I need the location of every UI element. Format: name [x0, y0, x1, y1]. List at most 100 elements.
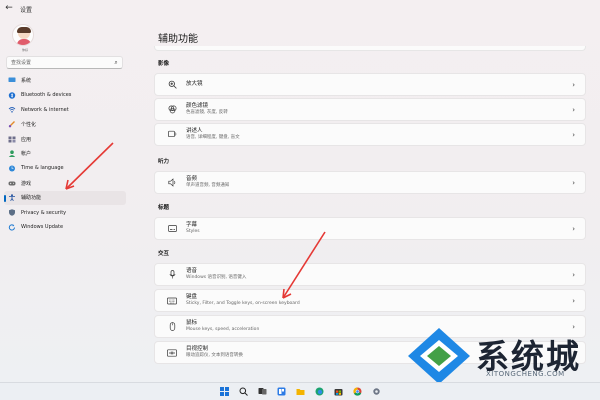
sidebar-item-privacy[interactable]: Privacy & security: [4, 205, 126, 220]
sidebar-item-label: Time & language: [21, 165, 64, 172]
back-button[interactable]: ←: [0, 0, 18, 18]
watermark-subtext: XITONGCHENG.COM: [486, 370, 565, 378]
card-title: 键盘: [186, 294, 198, 300]
card-subtitle: Styles: [186, 229, 200, 234]
sidebar-item-label: 应用: [21, 136, 32, 143]
app-title: 设置: [20, 6, 33, 14]
search-icon[interactable]: ⌕: [110, 59, 122, 67]
sidebar-item-personalization[interactable]: 个性化: [4, 117, 126, 132]
chevron-right-icon: ›: [572, 297, 575, 305]
section-label-captions: 标题: [158, 205, 170, 211]
chevron-right-icon: ›: [572, 131, 575, 139]
sidebar-item-label: Bluetooth & devices: [21, 92, 72, 99]
card-subtitle: Windows 语音识别, 语音键入: [186, 275, 247, 280]
sidebar-item-label: 辅助功能: [21, 195, 42, 202]
sidebar-item-windows-update[interactable]: Windows Update: [4, 220, 126, 235]
edge-icon[interactable]: [314, 386, 325, 397]
task-view-icon[interactable]: [257, 386, 268, 397]
card-title: 讲述人: [186, 128, 203, 134]
settings-window: ← 设置 你好 ⌕ 系统 Bluetooth & devices Ne: [0, 0, 600, 382]
sidebar-item-network[interactable]: Network & internet: [4, 102, 126, 117]
file-explorer-icon[interactable]: [295, 386, 306, 397]
sidebar-nav: 系统 Bluetooth & devices Network & interne…: [0, 73, 130, 235]
search-input[interactable]: [7, 57, 110, 68]
title-bar: ← 设置: [0, 0, 600, 18]
card-title: 放大镜: [186, 81, 203, 87]
section-label-vision: 影像: [158, 61, 170, 67]
chevron-right-icon: ›: [572, 106, 575, 114]
watermark-logo-icon: [408, 328, 470, 384]
card-title: 语音: [186, 268, 198, 274]
sidebar-item-label: 帐户: [21, 151, 32, 158]
setting-card-captions[interactable]: 字幕 Styles ›: [154, 217, 586, 240]
chevron-right-icon: ›: [572, 179, 575, 187]
sidebar-item-label: Windows Update: [21, 224, 64, 231]
gamepad-icon: [8, 180, 16, 186]
chevron-right-icon: ›: [572, 225, 575, 233]
eye-control-icon: [165, 346, 179, 360]
sidebar-item-gaming[interactable]: 游戏: [4, 176, 126, 191]
top-card-edge: [154, 46, 586, 51]
widgets-icon[interactable]: [276, 386, 287, 397]
bluetooth-icon: [8, 91, 16, 99]
setting-card-color-filters[interactable]: 颜色滤镜 色盲滤镜, 灰度, 反转 ›: [154, 98, 586, 121]
sidebar-item-bluetooth[interactable]: Bluetooth & devices: [4, 88, 126, 103]
sidebar-item-label: 游戏: [21, 180, 32, 187]
monitor-icon: [8, 77, 16, 83]
accessibility-icon: [8, 194, 16, 202]
page-title: 辅助功能: [158, 34, 198, 45]
card-subtitle: Sticky, Filter, and Toggle keys, on-scre…: [186, 301, 300, 306]
sidebar-item-time-language[interactable]: Time & language: [4, 161, 126, 176]
microphone-icon: [165, 268, 179, 282]
card-title: 目视控制: [186, 346, 209, 352]
wifi-icon: [8, 107, 16, 113]
card-subtitle: 眼动追踪仪, 文本到语音转换: [186, 353, 243, 358]
sidebar-item-accessibility[interactable]: 辅助功能: [4, 190, 126, 206]
sidebar-item-apps[interactable]: 应用: [4, 132, 126, 147]
start-icon[interactable]: [219, 386, 230, 397]
card-subtitle: 语音, 详细程度, 键盘, 盲文: [186, 135, 240, 140]
card-title: 鼠标: [186, 320, 198, 326]
sidebar-item-accounts[interactable]: 帐户: [4, 146, 126, 161]
account-icon: [8, 150, 16, 158]
search-icon[interactable]: [238, 386, 249, 397]
store-icon[interactable]: [333, 386, 344, 397]
section-label-interaction: 交互: [158, 251, 170, 257]
chrome-icon[interactable]: [352, 386, 363, 397]
sidebar: 你好 ⌕ 系统 Bluetooth & devices Network & in…: [0, 18, 130, 382]
setting-card-speech[interactable]: 语音 Windows 语音识别, 语音键入 ›: [154, 263, 586, 286]
card-title: 音频: [186, 176, 198, 182]
watermark: 系统城 XITONGCHENG.COM: [404, 326, 600, 386]
sidebar-item-system[interactable]: 系统: [4, 73, 126, 88]
sidebar-item-label: Privacy & security: [21, 209, 67, 216]
mouse-icon: [165, 320, 179, 334]
color-filter-icon: [165, 103, 179, 117]
card-subtitle: 单声道音频, 音频通知: [186, 183, 230, 188]
user-profile[interactable]: 你好: [12, 24, 34, 52]
apps-icon: [8, 136, 16, 143]
sidebar-item-label: 系统: [21, 77, 32, 84]
chevron-right-icon: ›: [572, 81, 575, 89]
narrator-icon: [165, 128, 179, 142]
search-box[interactable]: ⌕: [6, 56, 123, 69]
section-label-hearing: 听力: [158, 159, 170, 165]
update-icon: [8, 224, 16, 231]
card-subtitle: 色盲滤镜, 灰度, 反转: [186, 110, 228, 115]
setting-card-narrator[interactable]: 讲述人 语音, 详细程度, 键盘, 盲文 ›: [154, 123, 586, 146]
taskbar: [0, 382, 600, 400]
setting-card-magnifier[interactable]: 放大镜 ›: [154, 73, 586, 96]
keyboard-icon: [165, 294, 179, 308]
avatar[interactable]: [12, 24, 34, 46]
magnifier-icon: [165, 78, 179, 92]
card-title: 字幕: [186, 222, 198, 228]
captions-icon: [165, 222, 179, 236]
settings-gear-icon[interactable]: [371, 386, 382, 397]
speaker-icon: [165, 176, 179, 190]
sidebar-item-label: 个性化: [21, 121, 37, 128]
card-title: 颜色滤镜: [186, 103, 209, 109]
setting-card-keyboard[interactable]: 键盘 Sticky, Filter, and Toggle keys, on-s…: [154, 289, 586, 312]
chevron-right-icon: ›: [572, 271, 575, 279]
profile-name: 你好: [21, 48, 28, 52]
sidebar-item-label: Network & internet: [21, 106, 69, 113]
setting-card-audio[interactable]: 音频 单声道音频, 音频通知 ›: [154, 171, 586, 194]
